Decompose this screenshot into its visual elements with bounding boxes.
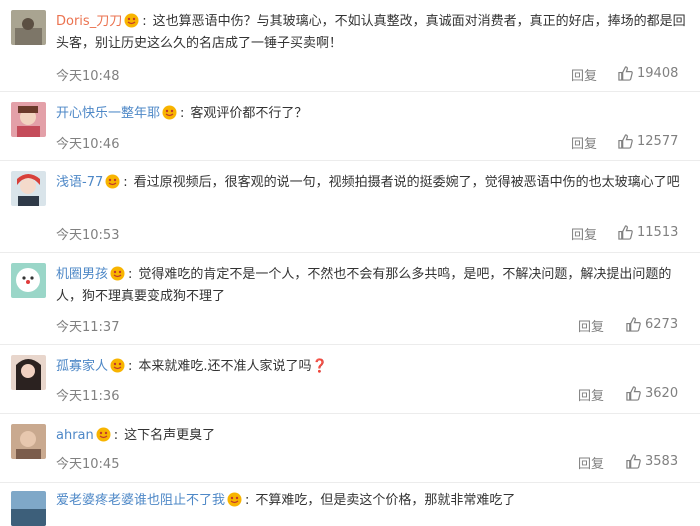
- comment-item: 爱老婆疼老婆谁也阻止不了我: 不算难吃，但是卖这个价格，那就非常难吃了: [0, 483, 700, 526]
- avatar[interactable]: [11, 10, 46, 45]
- comment-text: 觉得难吃的肯定不是一个人，不然也不会有那么多共鸣，是吧，不解决问题，解决提出问题…: [56, 267, 672, 304]
- thumbs-up-icon: [618, 134, 633, 149]
- like-button[interactable]: 3620: [626, 386, 678, 401]
- avatar-image: [11, 171, 46, 206]
- separator: :: [123, 175, 128, 190]
- like-button[interactable]: 19408: [618, 66, 678, 81]
- like-count: 19408: [637, 66, 679, 81]
- reply-button[interactable]: 回复: [571, 133, 597, 152]
- vip-badge-icon: [105, 174, 120, 189]
- username-link[interactable]: 浅语-77: [56, 175, 103, 190]
- vip-badge-icon: [96, 427, 111, 442]
- comment-body: 孤寡家人: 本来就难吃.还不准人家说了吗❓: [56, 356, 686, 378]
- comment-body: 开心快乐一整年耶: 客观评价都不行了？: [56, 103, 686, 125]
- vip-badge-icon: [162, 105, 177, 120]
- like-count: 3583: [645, 454, 679, 469]
- thumbs-up-icon: [626, 317, 641, 332]
- username-link[interactable]: ahran: [56, 428, 94, 443]
- separator: :: [128, 267, 133, 282]
- like-button[interactable]: 3583: [626, 454, 678, 469]
- reply-button[interactable]: 回复: [571, 224, 597, 243]
- comment-text: 看过原视频后，很客观的说一句，视频拍摄者说的挺委婉了，觉得被恶语中伤的也太玻璃心…: [133, 175, 680, 190]
- like-count: 11513: [637, 225, 679, 240]
- reply-button[interactable]: 回复: [578, 316, 604, 335]
- like-count: 6273: [645, 317, 679, 332]
- vip-badge-icon: [124, 13, 139, 28]
- reply-button[interactable]: 回复: [578, 453, 604, 472]
- comment-time: 今天10:46: [56, 137, 120, 152]
- avatar[interactable]: [11, 102, 46, 137]
- username-link[interactable]: 机圈男孩: [56, 267, 108, 282]
- comment-time: 今天10:53: [56, 228, 120, 243]
- separator: :: [142, 14, 147, 29]
- comment-text: 不算难吃，但是卖这个价格，那就非常难吃了: [255, 493, 516, 508]
- thumbs-up-icon: [626, 454, 641, 469]
- avatar-image: [11, 355, 46, 390]
- avatar-image: [11, 102, 46, 137]
- like-count: 12577: [637, 134, 679, 149]
- comment-time: 今天11:37: [56, 320, 120, 335]
- like-count: 3620: [645, 386, 679, 401]
- comment-body: 浅语-77: 看过原视频后，很客观的说一句，视频拍摄者说的挺委婉了，觉得被恶语中伤…: [56, 172, 686, 194]
- comment-text: 客观评价都不行了？: [190, 106, 308, 121]
- thumbs-up-icon: [618, 225, 633, 240]
- thumbs-up-icon: [618, 66, 633, 81]
- comment-item: 孤寡家人: 本来就难吃.还不准人家说了吗❓ 今天11:36 回复 3620: [0, 345, 700, 414]
- separator: :: [180, 106, 185, 121]
- comment-item: 浅语-77: 看过原视频后，很客观的说一句，视频拍摄者说的挺委婉了，觉得被恶语中伤…: [0, 161, 700, 253]
- username-link[interactable]: Doris_刀刀: [56, 14, 122, 29]
- thumbs-up-icon: [626, 386, 641, 401]
- username-link[interactable]: 开心快乐一整年耶: [56, 106, 160, 121]
- like-button[interactable]: 6273: [626, 317, 678, 332]
- avatar-image: [11, 424, 46, 459]
- comment-text: 本来就难吃.还不准人家说了吗: [138, 359, 312, 374]
- reply-button[interactable]: 回复: [578, 385, 604, 404]
- avatar-image: [11, 10, 46, 45]
- avatar[interactable]: [11, 491, 46, 526]
- comment-item: 机圈男孩: 觉得难吃的肯定不是一个人，不然也不会有那么多共鸣，是吧，不解决问题，解…: [0, 253, 700, 345]
- separator: :: [128, 359, 133, 374]
- like-button[interactable]: 11513: [618, 225, 678, 240]
- comment-item: 开心快乐一整年耶: 客观评价都不行了？ 今天10:46 回复 12577: [0, 92, 700, 161]
- like-button[interactable]: 12577: [618, 134, 678, 149]
- avatar[interactable]: [11, 263, 46, 298]
- comment-item: Doris_刀刀: 这也算恶语中伤？与其玻璃心，不如认真整改，真诚面对消费者，真正…: [0, 0, 700, 92]
- separator: :: [245, 493, 250, 508]
- comment-text: 这下名声更臭了: [124, 428, 216, 443]
- question-emoji-icon: ❓: [311, 359, 328, 374]
- comment-time: 今天10:45: [56, 457, 120, 472]
- avatar[interactable]: [11, 355, 46, 390]
- comment-body: Doris_刀刀: 这也算恶语中伤？与其玻璃心，不如认真整改，真诚面对消费者，真正…: [56, 11, 686, 55]
- avatar[interactable]: [11, 424, 46, 459]
- comment-time: 今天11:36: [56, 389, 120, 404]
- comment-item: ahran: 这下名声更臭了 今天10:45 回复 3583: [0, 414, 700, 483]
- username-link[interactable]: 孤寡家人: [56, 359, 108, 374]
- username-link[interactable]: 爱老婆疼老婆谁也阻止不了我: [56, 493, 225, 508]
- avatar-image: [11, 491, 46, 526]
- avatar-image: [11, 263, 46, 298]
- comment-text: 这也算恶语中伤？与其玻璃心，不如认真整改，真诚面对消费者，真正的好店，捧场的都是…: [56, 14, 686, 51]
- comment-time: 今天10:48: [56, 69, 120, 84]
- vip-badge-icon: [227, 492, 242, 507]
- comment-body: 机圈男孩: 觉得难吃的肯定不是一个人，不然也不会有那么多共鸣，是吧，不解决问题，解…: [56, 264, 686, 308]
- reply-button[interactable]: 回复: [571, 65, 597, 84]
- separator: :: [113, 428, 119, 443]
- vip-badge-icon: [110, 358, 125, 373]
- avatar[interactable]: [11, 171, 46, 206]
- comment-body: 爱老婆疼老婆谁也阻止不了我: 不算难吃，但是卖这个价格，那就非常难吃了: [56, 490, 686, 512]
- vip-badge-icon: [110, 266, 125, 281]
- comment-body: ahran: 这下名声更臭了: [56, 425, 686, 447]
